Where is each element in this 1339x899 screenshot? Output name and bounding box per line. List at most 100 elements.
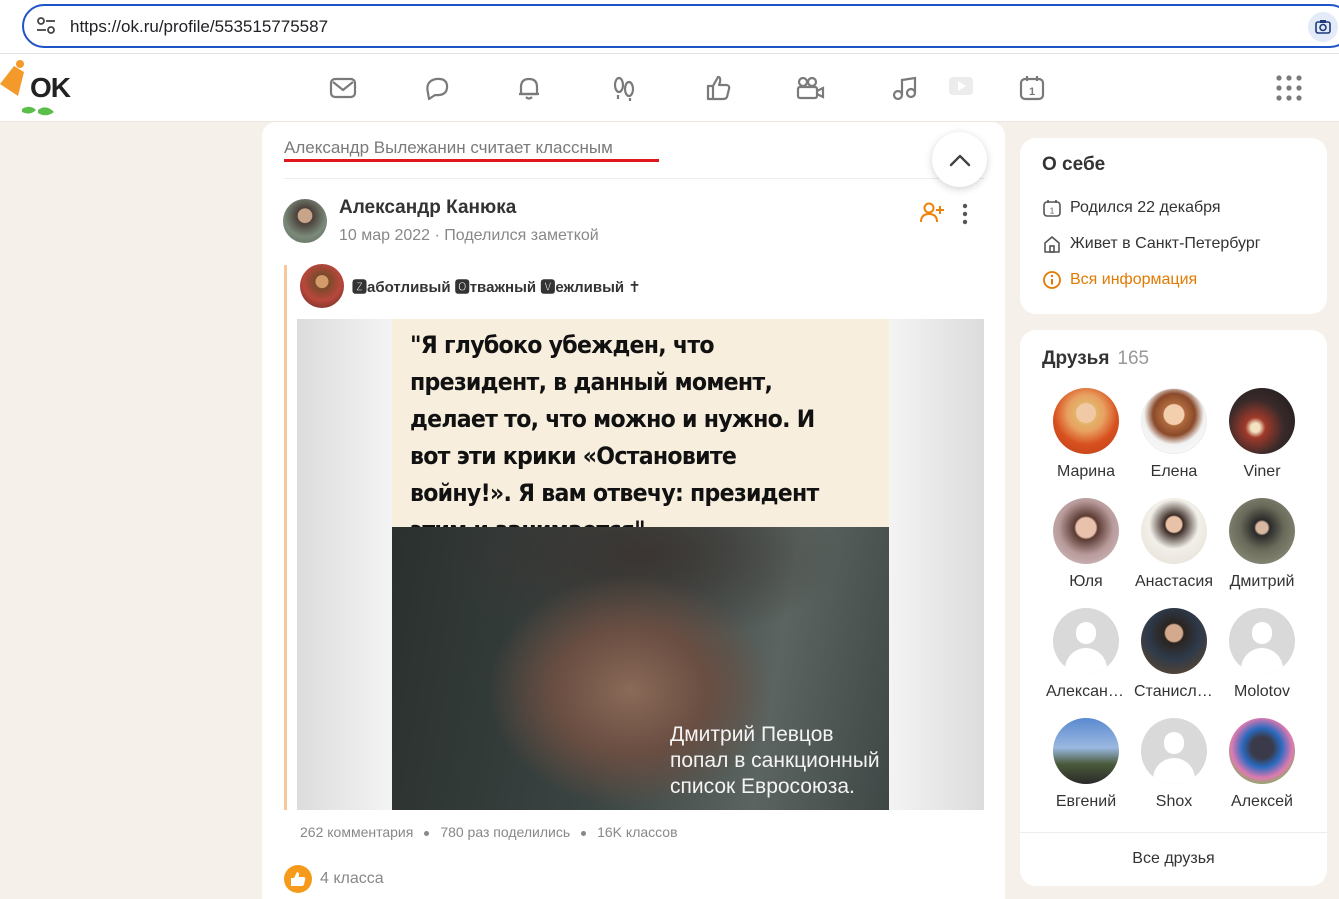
- location-row: Живет в Санкт-Петербург: [1042, 232, 1261, 256]
- author-avatar[interactable]: [283, 199, 327, 243]
- original-author-avatar[interactable]: [300, 264, 344, 308]
- liked-by-text[interactable]: Александр Вылежанин считает классным: [284, 138, 613, 158]
- friends-title-text: Друзья: [1042, 348, 1110, 369]
- messages-icon[interactable]: [325, 70, 361, 106]
- site-settings-icon[interactable]: [36, 17, 56, 35]
- site-header: OK 1: [0, 54, 1339, 122]
- friend-name[interactable]: Дмитрий: [1218, 573, 1306, 591]
- caption-line: список Евросоюза.: [670, 775, 855, 798]
- add-friend-icon[interactable]: [919, 200, 945, 226]
- friend-name[interactable]: Viner: [1218, 463, 1306, 481]
- original-author-name[interactable]: 🆉аботливый 🅾тважный 🆅ежливый ✝: [352, 276, 641, 297]
- friend-name[interactable]: Александр: [1042, 683, 1130, 701]
- chevron-up-icon: [949, 154, 970, 166]
- friend-item[interactable]: Shox: [1130, 718, 1218, 811]
- friends-count: 165: [1117, 348, 1150, 369]
- music-icon[interactable]: [886, 70, 922, 106]
- friends-title[interactable]: Друзья 165: [1042, 348, 1149, 370]
- friend-avatar[interactable]: [1053, 388, 1119, 454]
- portrait-photo: Дмитрий Певцов попал в санкционный списо…: [392, 527, 889, 810]
- friend-avatar[interactable]: [1141, 388, 1207, 454]
- default-avatar-icon[interactable]: [1053, 608, 1119, 674]
- friend-item[interactable]: Елена: [1130, 388, 1218, 481]
- apps-grid-icon[interactable]: [1275, 74, 1303, 102]
- default-avatar-icon[interactable]: [1229, 608, 1295, 674]
- shares-count[interactable]: 780 раз поделились: [440, 824, 570, 840]
- friend-avatar[interactable]: [1229, 388, 1295, 454]
- friend-name[interactable]: Shox: [1130, 793, 1218, 811]
- friend-item[interactable]: Александр: [1042, 608, 1130, 701]
- video-icon[interactable]: [792, 70, 828, 106]
- friend-avatar[interactable]: [1141, 498, 1207, 564]
- quote-text: "Я глубоко убежден, что президент, в дан…: [410, 331, 819, 544]
- url-text[interactable]: https://ok.ru/profile/553515775587: [70, 17, 328, 37]
- games-icon[interactable]: [942, 68, 978, 104]
- feed-post-card: Александр Вылежанин считает классным Але…: [262, 122, 1005, 899]
- friend-avatar[interactable]: [1229, 498, 1295, 564]
- post-stats: 262 комментария 780 раз поделились 16K кла…: [300, 824, 678, 840]
- friend-item[interactable]: Molotov: [1218, 608, 1306, 701]
- friend-item[interactable]: Евгений: [1042, 718, 1130, 811]
- discussions-icon[interactable]: [419, 70, 455, 106]
- friend-name[interactable]: Алексей: [1218, 793, 1306, 811]
- browser-address-bar: https://ok.ru/profile/553515775587: [0, 0, 1339, 54]
- friend-name[interactable]: Евгений: [1042, 793, 1130, 811]
- all-info-text[interactable]: Вся информация: [1070, 271, 1197, 289]
- friend-name[interactable]: Станислав: [1130, 683, 1218, 701]
- collapse-button[interactable]: [932, 132, 987, 187]
- screenshot-icon[interactable]: [1308, 12, 1338, 42]
- post-meta: 10 мар 2022 · Поделился заметкой: [339, 227, 599, 244]
- likes-count: 4 класса: [320, 870, 384, 887]
- divider: [284, 178, 984, 179]
- post-image[interactable]: "Я глубоко убежден, что президент, в дан…: [297, 319, 984, 810]
- quote-panel: "Я глубоко убежден, что президент, в дан…: [392, 319, 889, 544]
- default-avatar-icon[interactable]: [1141, 718, 1207, 784]
- photo-caption: Дмитрий Певцов попал в санкционный списо…: [670, 722, 880, 800]
- friend-name[interactable]: Molotov: [1218, 683, 1306, 701]
- ok-logo[interactable]: OK: [0, 54, 80, 122]
- friend-name[interactable]: Юля: [1042, 573, 1130, 591]
- logo-text: OK: [30, 72, 71, 103]
- friend-item[interactable]: Юля: [1042, 498, 1130, 591]
- friend-avatar[interactable]: [1053, 718, 1119, 784]
- friend-item[interactable]: Алексей: [1218, 718, 1306, 811]
- home-icon: [1044, 236, 1060, 253]
- all-info-link[interactable]: Вся информация: [1042, 268, 1197, 292]
- friend-item[interactable]: Станислав: [1130, 608, 1218, 701]
- friend-item[interactable]: Viner: [1218, 388, 1306, 481]
- friend-name[interactable]: Елена: [1130, 463, 1218, 481]
- about-title: О себе: [1042, 154, 1106, 175]
- notifications-icon[interactable]: [511, 70, 547, 106]
- url-field[interactable]: https://ok.ru/profile/553515775587: [22, 4, 1339, 48]
- friend-name[interactable]: Анастасия: [1130, 573, 1218, 591]
- friends-card: Друзья 165 Марина Елена Viner Юля Анастас…: [1020, 330, 1327, 886]
- caption-line: попал в санкционный: [670, 749, 880, 772]
- friend-avatar[interactable]: [1229, 718, 1295, 784]
- likes-summary[interactable]: 4 класса: [284, 864, 384, 894]
- friend-item[interactable]: Дмитрий: [1218, 498, 1306, 591]
- svg-text:1: 1: [1029, 86, 1035, 98]
- friend-avatar[interactable]: [1053, 498, 1119, 564]
- all-friends-link[interactable]: Все друзья: [1020, 850, 1327, 868]
- classes-count[interactable]: 16K классов: [597, 824, 677, 840]
- guests-icon[interactable]: [606, 70, 642, 106]
- info-icon: [1043, 271, 1061, 289]
- divider: [1020, 832, 1327, 833]
- more-options-icon[interactable]: [957, 202, 973, 226]
- calendar-icon: 1: [1043, 200, 1061, 217]
- post-author-name[interactable]: Александр Канюка: [339, 197, 516, 219]
- separator-dot: [581, 830, 587, 836]
- caption-line: Дмитрий Певцов: [670, 723, 834, 746]
- friend-item[interactable]: Анастасия: [1130, 498, 1218, 591]
- reshare-indicator: [284, 265, 287, 810]
- birthday-text: Родился 22 декабря: [1070, 199, 1221, 216]
- friend-avatar[interactable]: [1141, 608, 1207, 674]
- friend-name[interactable]: Марина: [1042, 463, 1130, 481]
- like-icon: [284, 865, 312, 893]
- svg-text:1: 1: [1050, 207, 1055, 216]
- likes-icon[interactable]: [700, 70, 736, 106]
- about-card: О себе 1 Родился 22 декабря Живет в Санк…: [1020, 138, 1327, 314]
- friend-item[interactable]: Марина: [1042, 388, 1130, 481]
- comments-count[interactable]: 262 комментария: [300, 824, 413, 840]
- calendar-icon[interactable]: 1: [1014, 70, 1050, 106]
